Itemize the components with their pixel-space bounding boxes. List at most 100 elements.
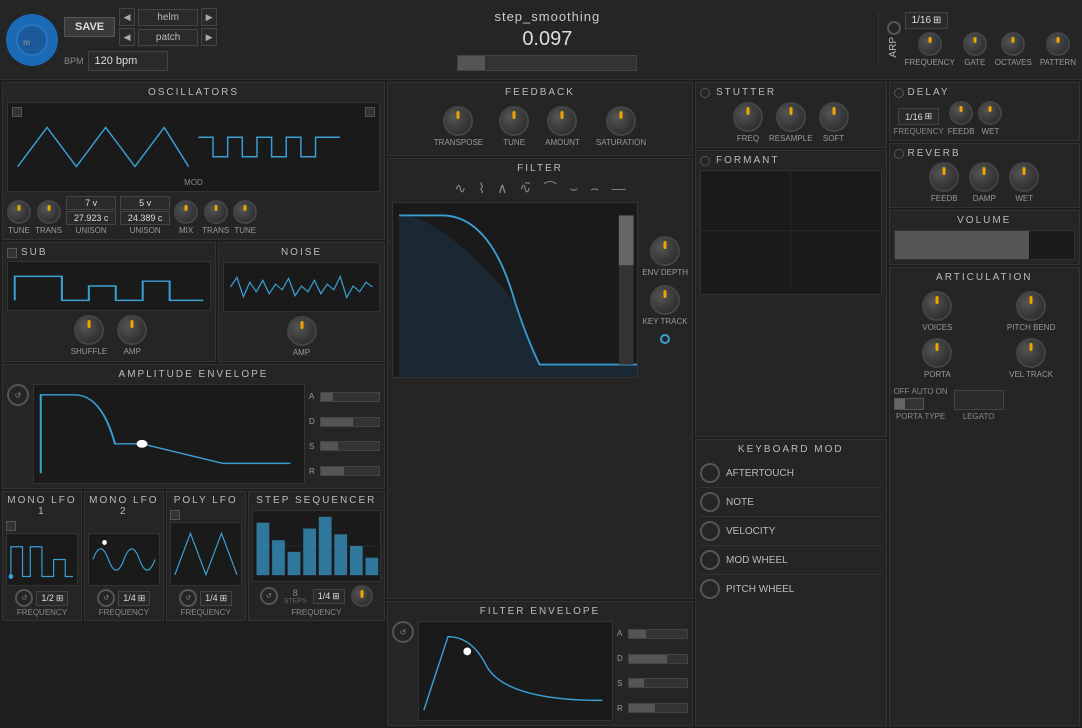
patch-prev-button[interactable]: ◀ xyxy=(119,28,135,46)
poly-lfo-rate-display[interactable]: 1/4⊞ xyxy=(200,591,232,606)
delay-wet-knob[interactable] xyxy=(978,101,1002,125)
reverb-feedb-knob[interactable] xyxy=(929,162,959,192)
artic-pitch-bend-knob[interactable] xyxy=(1016,291,1046,321)
keymod-velocity-btn[interactable] xyxy=(700,521,720,541)
filter-env-a-slider[interactable] xyxy=(628,629,688,639)
poly-lfo-indicator[interactable] xyxy=(170,510,180,520)
reverb-wet-label: WET xyxy=(1015,194,1033,203)
unison1-top-value[interactable]: 7 v xyxy=(66,196,116,210)
filter-type-bp-icon[interactable]: ∧ xyxy=(497,180,507,197)
helm-prev-button[interactable]: ◀ xyxy=(119,8,135,26)
reverb-power-btn[interactable] xyxy=(894,149,904,159)
filter-type-ls-icon[interactable]: ⌒ xyxy=(543,178,557,198)
keymod-aftertouch-btn[interactable] xyxy=(700,463,720,483)
filter-dot-indicator[interactable] xyxy=(660,334,670,344)
formant-power-btn[interactable] xyxy=(700,156,710,166)
lfo1-unison-btn[interactable]: ↺ xyxy=(15,589,33,607)
lfo1-indicator[interactable] xyxy=(6,521,16,531)
filter-env-d-slider[interactable] xyxy=(628,654,688,664)
step-seq-knob[interactable] xyxy=(351,585,373,607)
filter-type-n-icon[interactable]: ∿̃ xyxy=(519,180,531,197)
amp-env-unison-btn[interactable]: ↺ xyxy=(7,384,29,406)
sub-shuffle-knob[interactable] xyxy=(74,315,104,345)
sub-amp-knob[interactable] xyxy=(117,315,147,345)
filter-type-pk-icon[interactable]: ⌢ xyxy=(590,180,599,197)
amp-env-r-slider[interactable] xyxy=(320,466,380,476)
artic-vel-track-knob[interactable] xyxy=(1016,338,1046,368)
keymod-modwheel-btn[interactable] xyxy=(700,550,720,570)
volume-bar[interactable] xyxy=(894,230,1076,260)
sub-indicator[interactable] xyxy=(7,248,17,258)
osc-trans2-knob[interactable] xyxy=(204,200,228,224)
filter-env-s-slider[interactable] xyxy=(628,678,688,688)
feedback-amount-knob[interactable] xyxy=(547,106,577,136)
arp-octaves-knob[interactable] xyxy=(1001,32,1025,56)
keymod-note-btn[interactable] xyxy=(700,492,720,512)
filter-type-more-icon[interactable]: — xyxy=(612,180,626,196)
logo[interactable]: m xyxy=(6,14,58,66)
amp-env-d-slider[interactable] xyxy=(320,417,380,427)
left-column: OSCILLATORS MOD TUNE xyxy=(2,82,385,726)
step-smoothing-bar[interactable] xyxy=(457,55,637,71)
sub-shuffle-knob-container: SHUFFLE xyxy=(71,315,107,356)
filter-key-track-knob[interactable] xyxy=(650,285,680,315)
amp-env-a-slider[interactable] xyxy=(320,392,380,402)
osc-indicator-1[interactable] xyxy=(12,107,22,117)
arp-pattern-knob[interactable] xyxy=(1046,32,1070,56)
lfo1-rate-display[interactable]: 1/2⊞ xyxy=(36,591,68,606)
filter-type-lp-icon[interactable]: ∿ xyxy=(455,180,467,197)
unison2-bot-value[interactable]: 24.389 c xyxy=(120,211,170,225)
filter-content: ENV DEPTH KEY TRACK xyxy=(392,202,688,378)
artic-porta-knob[interactable] xyxy=(922,338,952,368)
arp-frequency-knob[interactable] xyxy=(918,32,942,56)
step-seq-unison-btn[interactable]: ↺ xyxy=(260,587,278,605)
osc-mix-knob[interactable] xyxy=(174,200,198,224)
step-seq-rate-display[interactable]: 1/4⊞ xyxy=(313,589,345,604)
delay-power-btn[interactable] xyxy=(894,88,904,98)
amp-env-s-slider[interactable] xyxy=(320,441,380,451)
filter-env-unison-btn[interactable]: ↺ xyxy=(392,621,414,643)
patch-next-button[interactable]: ▶ xyxy=(201,28,217,46)
lfo2-unison-btn[interactable]: ↺ xyxy=(97,589,115,607)
stutter-freq-knob[interactable] xyxy=(733,102,763,132)
feedback-saturation-knob[interactable] xyxy=(606,106,636,136)
filter-env-r-slider[interactable] xyxy=(628,703,688,713)
noise-amp-knob[interactable] xyxy=(287,316,317,346)
stutter-power-btn[interactable] xyxy=(700,88,710,98)
delay-feedb-knob[interactable] xyxy=(949,101,973,125)
helm-next-button[interactable]: ▶ xyxy=(201,8,217,26)
filter-type-hs-icon[interactable]: ⌣ xyxy=(569,180,578,197)
amp-env-point[interactable] xyxy=(137,440,148,448)
unison2-top-value[interactable]: 5 v xyxy=(120,196,170,210)
osc-tune-knob[interactable] xyxy=(7,200,31,224)
stutter-soft-knob[interactable] xyxy=(819,102,849,132)
unison1-bot-value[interactable]: 27.923 c xyxy=(66,211,116,225)
osc-trans-knob[interactable] xyxy=(37,200,61,224)
delay-rate-display[interactable]: 1/16⊞ xyxy=(898,108,939,125)
right-left-col: STUTTER FREQ RESAMPLE SOFT xyxy=(695,82,887,726)
osc-tune2-knob[interactable] xyxy=(233,200,257,224)
filter-env-svg xyxy=(419,622,612,720)
reverb-wet-knob-container: WET xyxy=(1009,162,1039,203)
lfo2-rate-display[interactable]: 1/4⊞ xyxy=(118,591,150,606)
artic-voices-knob[interactable] xyxy=(922,291,952,321)
reverb-wet-knob[interactable] xyxy=(1009,162,1039,192)
keymod-pitchwheel-btn[interactable] xyxy=(700,579,720,599)
feedback-transpose-knob[interactable] xyxy=(443,106,473,136)
filter-env-depth-knob[interactable] xyxy=(650,236,680,266)
bpm-input[interactable]: 120 bpm xyxy=(88,51,168,71)
stutter-resample-knob[interactable] xyxy=(776,102,806,132)
legato-box[interactable] xyxy=(954,390,1004,410)
arp-power-button[interactable] xyxy=(887,21,901,35)
poly-lfo-unison-btn[interactable]: ↺ xyxy=(179,589,197,607)
save-button[interactable]: SAVE xyxy=(64,17,115,37)
reverb-damp-knob[interactable] xyxy=(969,162,999,192)
filter-env-point[interactable] xyxy=(463,647,471,655)
filter-type-hp-icon[interactable]: ⌇ xyxy=(478,180,485,197)
osc-indicator-2[interactable] xyxy=(365,107,375,117)
filter-scrollbar[interactable] xyxy=(619,215,634,265)
arp-rate-display[interactable]: 1/16 ⊞ xyxy=(905,12,949,29)
porta-type-switch[interactable] xyxy=(894,398,924,410)
arp-gate-knob[interactable] xyxy=(963,32,987,56)
feedback-tune-knob[interactable] xyxy=(499,106,529,136)
